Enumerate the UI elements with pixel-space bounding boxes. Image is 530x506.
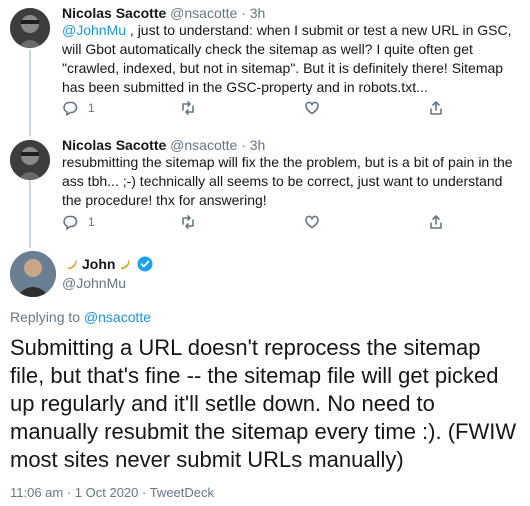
author-handle[interactable]: @nsacotte <box>170 5 237 21</box>
tweet-time[interactable]: 3h <box>250 5 266 21</box>
retweet-icon <box>182 101 194 115</box>
reply-icon <box>63 101 78 116</box>
reply-button[interactable]: 1 <box>62 212 95 232</box>
tweet-body: , just to understand: when I submit or t… <box>62 22 512 95</box>
tweet-header: Nicolas Sacotte @nsacotte · 3h <box>62 136 265 154</box>
avatar[interactable] <box>10 8 50 48</box>
reply-count: 1 <box>88 215 95 229</box>
share-button[interactable] <box>428 98 444 118</box>
separator: · <box>241 5 246 21</box>
author-name[interactable]: Nicolas Sacotte <box>62 137 166 153</box>
tweet-timestamp[interactable]: 11:06 am · 1 Oct 2020 · TweetDeck <box>10 485 214 500</box>
like-button[interactable] <box>304 98 320 118</box>
author-handle[interactable]: @nsacotte <box>170 137 237 153</box>
like-button[interactable] <box>304 212 320 232</box>
share-icon <box>430 101 442 115</box>
reply-icon <box>63 215 78 230</box>
tweet-text: resubmitting the sitemap will fix the th… <box>62 154 513 208</box>
tweet-header: Nicolas Sacotte @nsacotte · 3h <box>62 4 265 22</box>
retweet-button[interactable] <box>180 212 196 232</box>
reply-button[interactable]: 1 <box>62 98 95 118</box>
author-name[interactable]: Nicolas Sacotte <box>62 5 166 21</box>
tweet-actions: 1 <box>62 98 482 118</box>
like-icon <box>305 215 319 229</box>
share-icon <box>430 215 442 229</box>
author-name-row: John <box>62 256 153 272</box>
tweet-text: @JohnMu , just to understand: when I sub… <box>62 21 522 97</box>
banana-emoji-icon <box>67 259 77 270</box>
reply-tweet-1[interactable]: Nicolas Sacotte @nsacotte · 3h @JohnMu ,… <box>0 0 530 125</box>
share-button[interactable] <box>428 212 444 232</box>
replying-to-label: Replying to <box>10 309 84 325</box>
retweet-icon <box>182 215 194 229</box>
tweet-time[interactable]: 3h <box>250 137 266 153</box>
reply-count: 1 <box>88 101 95 115</box>
author-handle[interactable]: @JohnMu <box>62 275 126 291</box>
mention-link[interactable]: @JohnMu <box>62 22 126 38</box>
reply-tweet-2[interactable]: Nicolas Sacotte @nsacotte · 3h resubmitt… <box>0 132 530 242</box>
verified-badge-icon <box>137 256 153 272</box>
replying-to: Replying to @nsacotte <box>10 309 151 325</box>
tweet-actions: 1 <box>62 212 482 232</box>
mention-link[interactable]: @nsacotte <box>84 309 151 325</box>
avatar[interactable] <box>10 251 56 297</box>
tweet-text: Submitting a URL doesn't reprocess the s… <box>10 335 517 472</box>
author-name[interactable]: John <box>82 256 115 272</box>
avatar[interactable] <box>10 140 50 180</box>
like-icon <box>305 101 319 115</box>
retweet-button[interactable] <box>180 98 196 118</box>
separator: · <box>241 137 246 153</box>
banana-emoji-icon <box>120 259 130 270</box>
